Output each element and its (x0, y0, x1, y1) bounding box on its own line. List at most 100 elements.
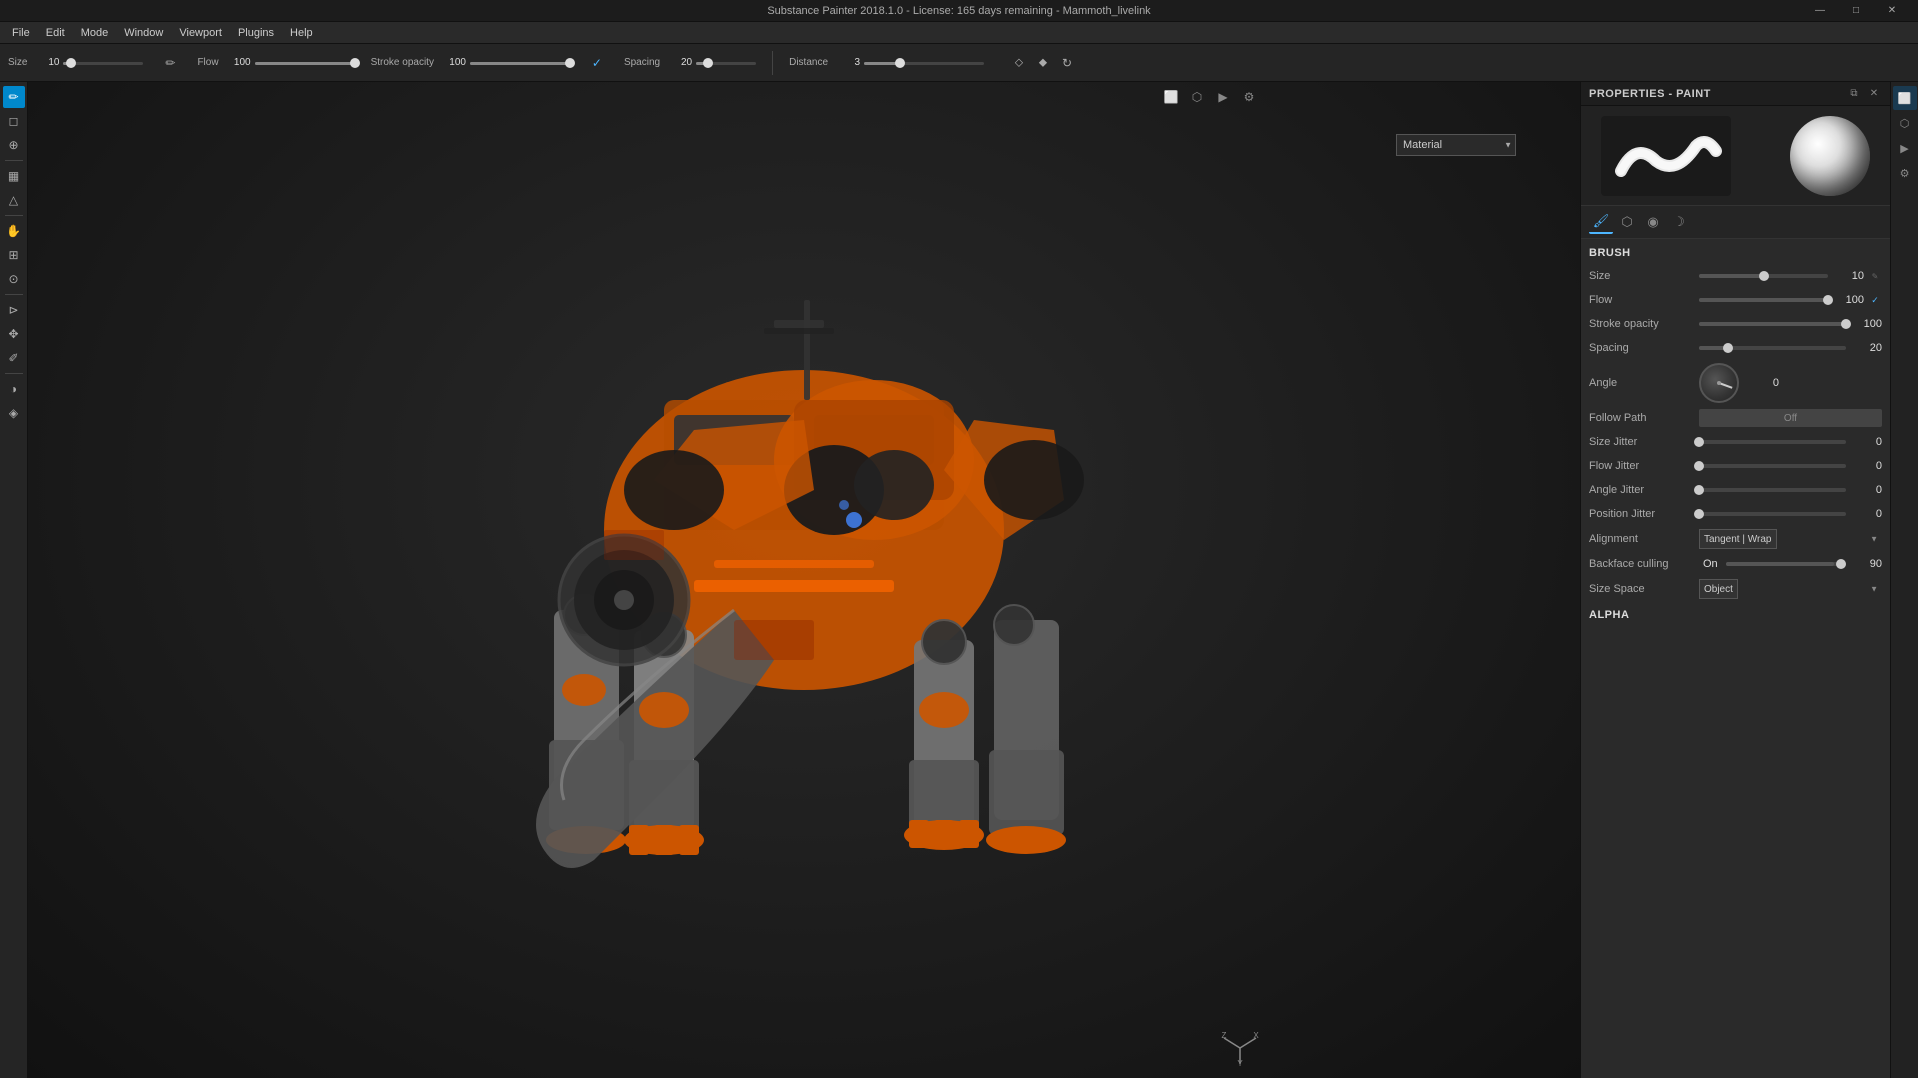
position-jitter-label: Position Jitter (1589, 508, 1699, 520)
tool-measure[interactable]: ⊳ (3, 299, 25, 321)
alignment-label: Alignment (1589, 533, 1699, 545)
menu-mode[interactable]: Mode (73, 22, 117, 44)
size-jitter-row: Size Jitter 0 (1589, 433, 1882, 451)
angle-value: 0 (1747, 377, 1779, 389)
size-space-select[interactable]: Object UV World (1699, 579, 1738, 599)
viewport-settings-icon[interactable]: ⚙ (1238, 86, 1260, 108)
toolbar-size-slider[interactable] (63, 56, 143, 70)
flow-value: 100 (1832, 294, 1864, 306)
flow-slider[interactable] (1699, 298, 1828, 302)
toolbar-symmetry-x-icon[interactable]: ⬦ (1008, 52, 1030, 74)
spacing-label: Spacing (1589, 342, 1699, 354)
toolbar-flow-value: 100 (223, 57, 251, 68)
properties-panel: PROPERTIES - PAINT ⧉ ✕ 🖌 ⬡ ◉ ☽ (1580, 82, 1890, 1078)
tool-transform[interactable]: ✥ (3, 323, 25, 345)
menu-help[interactable]: Help (282, 22, 321, 44)
size-space-select-wrap: Object UV World ▼ (1699, 579, 1882, 599)
minimize-button[interactable]: — (1802, 0, 1838, 22)
angle-dial[interactable] (1699, 363, 1739, 403)
alignment-row: Alignment Tangent | Wrap Tangent UV Worl… (1589, 529, 1882, 549)
flow-jitter-slider[interactable] (1699, 464, 1846, 468)
toolbar-size-group: Size 10 (8, 56, 143, 70)
viewport[interactable]: Material Base Color Roughness ▼ ⬜ ⬡ ▶ ⚙ … (28, 82, 1580, 1078)
far-right-settings-icon[interactable]: ⚙ (1893, 161, 1917, 185)
toolbar-symmetry-radial-icon[interactable]: ↻ (1056, 52, 1078, 74)
toolbar-spacing-slider[interactable] (696, 56, 756, 70)
properties-popout-icon[interactable]: ⧉ (1846, 86, 1862, 102)
tool-geometry[interactable]: △ (3, 189, 25, 211)
toolbar-confirm-icon[interactable]: ✓ (586, 52, 608, 74)
tool-annotate[interactable]: ✐ (3, 347, 25, 369)
far-right-texture-icon[interactable]: ⬡ (1893, 111, 1917, 135)
angle-dial-dot (1717, 381, 1721, 385)
toolbar-distance-slider[interactable] (864, 56, 984, 70)
tab-material[interactable]: ⬡ (1615, 210, 1639, 234)
alignment-select-arrow: ▼ (1870, 535, 1878, 544)
menu-window[interactable]: Window (116, 22, 171, 44)
flow-label: Flow (1589, 294, 1699, 306)
angle-jitter-slider[interactable] (1699, 488, 1846, 492)
maximize-button[interactable]: □ (1838, 0, 1874, 22)
angle-area: 0 (1699, 363, 1882, 403)
menu-edit[interactable]: Edit (38, 22, 73, 44)
position-jitter-slider[interactable] (1699, 512, 1846, 516)
menu-viewport[interactable]: Viewport (171, 22, 230, 44)
angle-jitter-row: Angle Jitter 0 (1589, 481, 1882, 499)
spacing-slider-area: 20 (1699, 342, 1882, 354)
size-jitter-value: 0 (1850, 436, 1882, 448)
material-select[interactable]: Material Base Color Roughness (1396, 134, 1516, 156)
tool-fill[interactable]: ▦ (3, 165, 25, 187)
properties-close-icon[interactable]: ✕ (1866, 86, 1882, 102)
properties-title: PROPERTIES - PAINT (1589, 88, 1711, 100)
far-right-layers-icon[interactable]: ⬜ (1893, 86, 1917, 110)
tool-clone[interactable]: ⊞ (3, 244, 25, 266)
size-slider-area: 10 ✎ (1699, 269, 1882, 283)
toolbar-brush-icon[interactable]: ✏ (159, 52, 181, 74)
tab-effects[interactable]: ☽ (1667, 210, 1691, 234)
window-title: Substance Painter 2018.1.0 - License: 16… (767, 5, 1150, 17)
tool-eraser[interactable]: ◻ (3, 110, 25, 132)
size-slider[interactable] (1699, 274, 1828, 278)
stroke-opacity-slider[interactable] (1699, 322, 1846, 326)
follow-path-toggle[interactable]: Off (1699, 409, 1882, 427)
toolbar-flow-slider[interactable] (255, 56, 355, 70)
position-jitter-value: 0 (1850, 508, 1882, 520)
close-button[interactable]: ✕ (1874, 0, 1910, 22)
flow-jitter-value: 0 (1850, 460, 1882, 472)
toolbar-size-value: 10 (31, 57, 59, 68)
toolbar-stroke-opacity-slider[interactable] (470, 56, 570, 70)
tool-material[interactable]: ◈ (3, 402, 25, 424)
size-jitter-slider-area: 0 (1699, 436, 1882, 448)
angle-label: Angle (1589, 377, 1699, 389)
brush-flow-row: Flow 100 ✓ (1589, 291, 1882, 309)
viewport-camera-icon[interactable]: ▶ (1212, 86, 1234, 108)
material-dropdown: Material Base Color Roughness ▼ (1396, 134, 1516, 156)
tool-projection[interactable]: ⊕ (3, 134, 25, 156)
toolbar-distance-group: Distance 3 (789, 56, 984, 70)
toolbar-flow-label: Flow (197, 57, 218, 68)
stroke-opacity-slider-area: 100 (1699, 318, 1882, 330)
brush-preview-area (1581, 106, 1890, 206)
backface-culling-slider[interactable] (1726, 562, 1846, 566)
toolbar: Size 10 ✏ Flow 100 Stroke opacity 100 ✓ … (0, 44, 1918, 82)
tool-picker[interactable]: ⊙ (3, 268, 25, 290)
far-right-render-icon[interactable]: ▶ (1893, 136, 1917, 160)
toolbar-symmetry-y-icon[interactable]: ⬥ (1032, 52, 1054, 74)
size-edit-icon[interactable]: ✎ (1868, 269, 1882, 283)
tool-smudge[interactable]: ✋ (3, 220, 25, 242)
tab-brush[interactable]: 🖌 (1589, 210, 1613, 234)
menu-plugins[interactable]: Plugins (230, 22, 282, 44)
toolbar-distance-label: Distance (789, 57, 828, 68)
tool-paint[interactable]: ✏ (3, 86, 25, 108)
brush-stroke-preview (1601, 116, 1731, 196)
tool-mask[interactable]: ◑ (3, 378, 25, 400)
tab-fill[interactable]: ◉ (1641, 210, 1665, 234)
viewport-layers-icon[interactable]: ⬜ (1160, 86, 1182, 108)
alignment-select[interactable]: Tangent | Wrap Tangent UV World (1699, 529, 1777, 549)
flow-check-icon[interactable]: ✓ (1868, 293, 1882, 307)
spacing-slider[interactable] (1699, 346, 1846, 350)
toolbar-stroke-opacity-group: Stroke opacity 100 (371, 56, 570, 70)
menu-file[interactable]: File (4, 22, 38, 44)
size-jitter-slider[interactable] (1699, 440, 1846, 444)
viewport-render-icon[interactable]: ⬡ (1186, 86, 1208, 108)
